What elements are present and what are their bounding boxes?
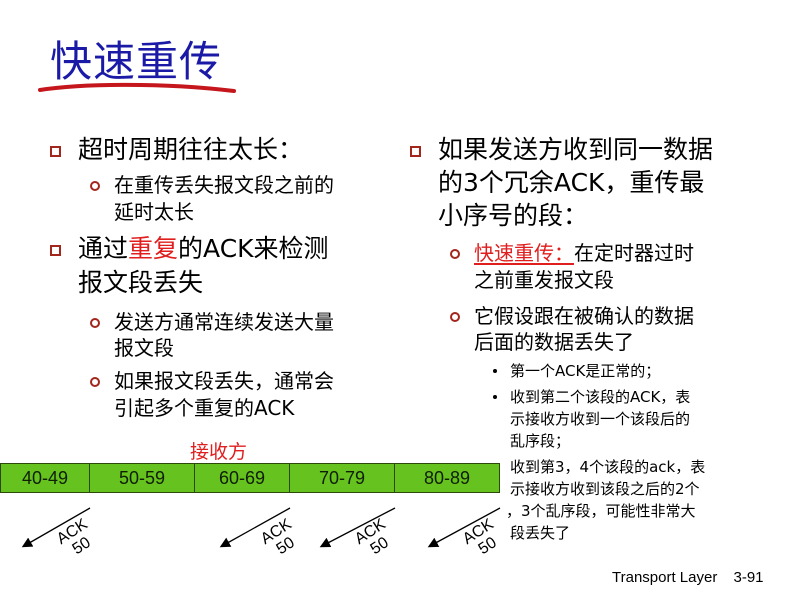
right-detail-2-line3: 乱序段；: [510, 432, 571, 450]
right-detail-3-line3: ，3个乱序段，可能性非常大: [506, 502, 696, 520]
right-detail-3-line2: 示接收方收到该段之后的2个: [510, 480, 700, 498]
bullet-ring-icon: [90, 377, 100, 387]
left-bullet-2-pre: 通过: [78, 234, 129, 263]
right-detail-2-line2: 示接收方收到一个该段后的: [510, 410, 691, 428]
right-sub-2-line2: 后面的数据丢失了: [474, 330, 634, 354]
left-bullet-2-line2: 报文段丢失: [78, 268, 204, 297]
segment-40-49: 40-49: [0, 463, 90, 493]
right-sub-1-line1: 快速重传：在定时器过时: [474, 240, 694, 267]
left-sub-2-line1: 发送方通常连续发送大量: [114, 310, 334, 334]
left-sub-1-line2: 延时太长: [114, 200, 194, 224]
left-sub-3-line1: 如果报文段丢失，通常会: [114, 369, 334, 393]
left-sub-2-line2: 报文段: [114, 336, 174, 360]
right-bullet-line3: 小序号的段：: [438, 201, 589, 230]
right-sub-1-line2: 之前重发报文段: [474, 268, 614, 292]
segment-80-89: 80-89: [395, 463, 500, 493]
left-bullet-2-highlight: 重复: [128, 234, 179, 263]
bullet-dot-icon: [493, 395, 497, 399]
left-bullet-1: 超时周期往往太长：: [78, 135, 304, 164]
right-bullet-line1: 如果发送方收到同一数据: [438, 135, 714, 164]
segment-60-69: 60-69: [195, 463, 290, 493]
left-sub-1-line1: 在重传丢失报文段之前的: [114, 173, 334, 197]
footer: Transport Layer 3-91: [612, 569, 764, 586]
title-underline: [38, 82, 236, 93]
bullet-ring-icon: [90, 181, 100, 191]
bullet-square-icon: [50, 245, 61, 256]
segment-50-59: 50-59: [90, 463, 195, 493]
right-detail-3-line1: 收到第3，4个该段的ack，表: [510, 458, 706, 476]
left-bullet-2-line1: 通过重复的ACK来检测: [78, 232, 329, 266]
right-detail-1: 第一个ACK是正常的；: [510, 362, 661, 380]
bullet-dot-icon: [493, 369, 497, 373]
right-detail-2-line1: 收到第二个该段的ACK，表: [510, 388, 691, 406]
bullet-square-icon: [410, 146, 421, 157]
bullet-ring-icon: [450, 312, 460, 322]
fast-retransmit-label: 快速重传：: [474, 241, 574, 265]
receiver-label: 接收方: [190, 441, 248, 463]
right-bullet-line2: 的3个冗余ACK，重传最: [438, 168, 705, 197]
bullet-ring-icon: [450, 249, 460, 259]
footer-page: 3-91: [733, 569, 764, 586]
left-sub-3-line2: 引起多个重复的ACK: [114, 396, 295, 420]
left-bullet-2-post: 的ACK来检测: [178, 234, 329, 263]
bullet-ring-icon: [90, 318, 100, 328]
segment-row: 40-49 50-59 60-69 70-79 80-89: [0, 463, 500, 493]
segment-70-79: 70-79: [290, 463, 395, 493]
footer-course: Transport Layer: [612, 569, 718, 586]
right-sub-2-line1: 它假设跟在被确认的数据: [474, 304, 694, 328]
bullet-square-icon: [50, 146, 61, 157]
right-sub-1-rest: 在定时器过时: [574, 241, 694, 265]
